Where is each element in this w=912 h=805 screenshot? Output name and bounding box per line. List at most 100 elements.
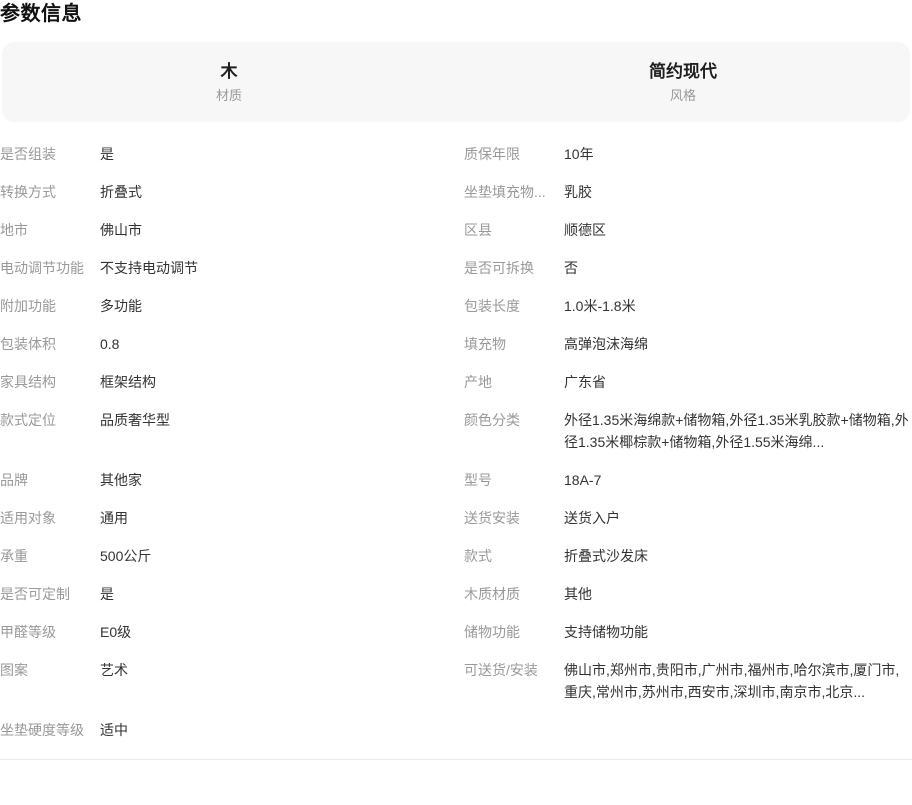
param-label: 是否组装: [0, 143, 100, 165]
param-cell-right: [456, 719, 912, 741]
param-rows: 是否组装 是 质保年限 10年 转换方式 折叠式 坐垫填充物... 乳胶 地市 …: [0, 143, 912, 741]
param-row: 品牌 其他家 型号 18A-7: [0, 469, 912, 491]
param-row: 地市 佛山市 区县 顺德区: [0, 219, 912, 241]
param-cell-right: 颜色分类 外径1.35米海绵款+储物箱,外径1.35米乳胶款+储物箱,外径1.3…: [456, 409, 912, 453]
param-label: 坐垫填充物...: [464, 181, 564, 203]
param-row: 是否可定制 是 木质材质 其他: [0, 583, 912, 605]
param-cell-left: 转换方式 折叠式: [0, 181, 456, 203]
highlight-style-label: 风格: [670, 87, 696, 104]
param-value: 其他家: [100, 469, 456, 491]
param-value: 佛山市: [100, 219, 456, 241]
param-label: 送货安装: [464, 507, 564, 529]
param-cell-left: 地市 佛山市: [0, 219, 456, 241]
param-label: 款式: [464, 545, 564, 567]
product-params-section: 参数信息 木 材质 简约现代 风格 是否组装 是 质保年限 10年 转换方式 折…: [0, 0, 912, 805]
spec-highlight-banner: 木 材质 简约现代 风格: [2, 42, 910, 122]
highlight-material-label: 材质: [216, 87, 242, 104]
param-cell-left: 附加功能 多功能: [0, 295, 456, 317]
param-value: 0.8: [100, 333, 456, 355]
param-cell-left: 款式定位 品质奢华型: [0, 409, 456, 453]
param-cell-left: 家具结构 框架结构: [0, 371, 456, 393]
param-cell-right: 质保年限 10年: [456, 143, 912, 165]
param-label: 产地: [464, 371, 564, 393]
param-cell-right: 包装长度 1.0米-1.8米: [456, 295, 912, 317]
param-label: 填充物: [464, 333, 564, 355]
section-divider: [0, 759, 912, 760]
param-row: 图案 艺术 可送货/安装 佛山市,郑州市,贵阳市,广州市,福州市,哈尔滨市,厦门…: [0, 659, 912, 703]
param-cell-right: 填充物 高弹泡沫海绵: [456, 333, 912, 355]
param-value: 乳胶: [564, 181, 912, 203]
param-value: 1.0米-1.8米: [564, 295, 912, 317]
param-cell-right: 木质材质 其他: [456, 583, 912, 605]
param-label: 承重: [0, 545, 100, 567]
param-cell-left: 包装体积 0.8: [0, 333, 456, 355]
param-value: 通用: [100, 507, 456, 529]
param-label: 适用对象: [0, 507, 100, 529]
param-value: 艺术: [100, 659, 456, 681]
param-cell-left: 坐垫硬度等级 适中: [0, 719, 456, 741]
param-row: 附加功能 多功能 包装长度 1.0米-1.8米: [0, 295, 912, 317]
highlight-material-value: 木: [221, 60, 238, 83]
param-value: 送货入户: [564, 507, 912, 529]
param-label: 木质材质: [464, 583, 564, 605]
param-value: 适中: [100, 719, 456, 741]
param-cell-left: 电动调节功能 不支持电动调节: [0, 257, 456, 279]
param-value: 顺德区: [564, 219, 912, 241]
param-row: 包装体积 0.8 填充物 高弹泡沫海绵: [0, 333, 912, 355]
param-value: 外径1.35米海绵款+储物箱,外径1.35米乳胶款+储物箱,外径1.35米椰棕款…: [564, 409, 912, 453]
param-cell-left: 承重 500公斤: [0, 545, 456, 567]
param-cell-right: 储物功能 支持储物功能: [456, 621, 912, 643]
param-row: 转换方式 折叠式 坐垫填充物... 乳胶: [0, 181, 912, 203]
param-value: 18A-7: [564, 469, 912, 491]
param-value: 折叠式沙发床: [564, 545, 912, 567]
param-row: 款式定位 品质奢华型 颜色分类 外径1.35米海绵款+储物箱,外径1.35米乳胶…: [0, 409, 912, 453]
param-value: 10年: [564, 143, 912, 165]
param-value: 折叠式: [100, 181, 456, 203]
param-label: 图案: [0, 659, 100, 681]
param-label: 转换方式: [0, 181, 100, 203]
param-cell-left: 是否可定制 是: [0, 583, 456, 605]
highlight-style-value: 简约现代: [649, 60, 717, 83]
param-label: 质保年限: [464, 143, 564, 165]
param-cell-left: 是否组装 是: [0, 143, 456, 165]
param-label: 甲醛等级: [0, 621, 100, 643]
param-value: 支持储物功能: [564, 621, 912, 643]
param-label: 储物功能: [464, 621, 564, 643]
param-value: E0级: [100, 621, 456, 643]
highlight-style: 简约现代 风格: [456, 42, 910, 122]
param-value: 否: [564, 257, 912, 279]
param-value: 佛山市,郑州市,贵阳市,广州市,福州市,哈尔滨市,厦门市,重庆,常州市,苏州市,…: [564, 659, 912, 703]
param-cell-left: 品牌 其他家: [0, 469, 456, 491]
param-row: 电动调节功能 不支持电动调节 是否可拆换 否: [0, 257, 912, 279]
param-cell-right: 型号 18A-7: [456, 469, 912, 491]
param-label: 包装体积: [0, 333, 100, 355]
param-value: 是: [100, 583, 456, 605]
param-cell-right: 是否可拆换 否: [456, 257, 912, 279]
param-row: 承重 500公斤 款式 折叠式沙发床: [0, 545, 912, 567]
param-label: 电动调节功能: [0, 257, 100, 279]
param-cell-right: 区县 顺德区: [456, 219, 912, 241]
param-value: 广东省: [564, 371, 912, 393]
param-cell-right: 送货安装 送货入户: [456, 507, 912, 529]
param-label: 坐垫硬度等级: [0, 719, 100, 741]
param-label: 可送货/安装: [464, 659, 564, 681]
param-row: 家具结构 框架结构 产地 广东省: [0, 371, 912, 393]
param-label: 区县: [464, 219, 564, 241]
param-label: 是否可拆换: [464, 257, 564, 279]
param-label: 附加功能: [0, 295, 100, 317]
param-label: 颜色分类: [464, 409, 564, 431]
param-label: 品牌: [0, 469, 100, 491]
param-value: 是: [100, 143, 456, 165]
param-row: 是否组装 是 质保年限 10年: [0, 143, 912, 165]
param-label: 是否可定制: [0, 583, 100, 605]
highlight-material: 木 材质: [2, 42, 456, 122]
param-row: 坐垫硬度等级 适中: [0, 719, 912, 741]
param-row: 甲醛等级 E0级 储物功能 支持储物功能: [0, 621, 912, 643]
param-value: 高弹泡沫海绵: [564, 333, 912, 355]
param-cell-left: 图案 艺术: [0, 659, 456, 703]
param-value: 多功能: [100, 295, 456, 317]
param-value: 品质奢华型: [100, 409, 456, 431]
page-title: 参数信息: [0, 0, 912, 26]
param-label: 款式定位: [0, 409, 100, 431]
param-label: 型号: [464, 469, 564, 491]
